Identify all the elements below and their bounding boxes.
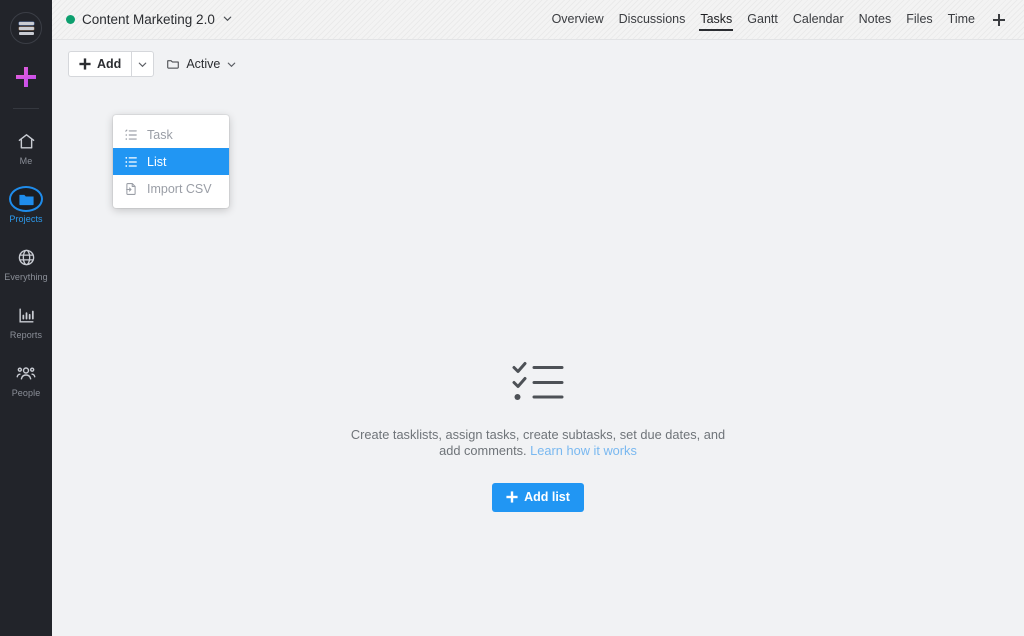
tab-label: Discussions	[618, 12, 686, 26]
add-button-group: Add	[68, 51, 155, 77]
bullet-list-icon	[123, 155, 138, 169]
top-bar: Content Marketing 2.0 Overview Discussio…	[52, 0, 1024, 40]
menu-item-import-csv[interactable]: Import CSV	[113, 175, 229, 202]
menu-item-list[interactable]: List	[113, 148, 229, 175]
hamburger-icon[interactable]	[10, 12, 42, 44]
sidebar-item-people[interactable]: People	[0, 353, 52, 403]
menu-item-label: Task	[147, 127, 173, 142]
folder-icon	[9, 186, 43, 212]
tab-discussions[interactable]: Discussions	[619, 10, 686, 29]
add-list-button[interactable]: Add list	[492, 482, 584, 512]
tab-label: Calendar	[792, 12, 844, 26]
home-icon	[9, 128, 43, 154]
left-rail: Me Projects Everything Reports People	[0, 0, 52, 636]
menu-item-label: List	[147, 154, 167, 169]
project-title-selector[interactable]: Content Marketing 2.0	[66, 12, 233, 27]
active-filter-label: Active	[186, 57, 221, 71]
add-tab-button[interactable]	[992, 13, 1006, 27]
content-area: Add Active Task List Import CSV Create t…	[52, 40, 1024, 636]
checklist-icon	[511, 360, 566, 407]
plus-icon	[993, 13, 1005, 26]
people-icon	[9, 360, 43, 386]
app-window: Me Projects Everything Reports People Co…	[0, 0, 1024, 636]
add-dropdown-menu: Task List Import CSV	[113, 115, 229, 208]
chevron-down-icon	[222, 12, 233, 27]
plus-icon	[506, 491, 518, 504]
project-tabs: Overview Discussions Tasks Gantt Calenda…	[552, 10, 1006, 31]
sidebar-item-label: Reports	[9, 330, 43, 340]
tab-label: Overview	[551, 12, 604, 26]
sidebar-item-label: Projects	[9, 214, 43, 224]
plus-icon	[79, 58, 91, 70]
learn-how-it-works-link[interactable]: Learn how it works	[530, 443, 637, 458]
sidebar-item-everything[interactable]: Everything	[0, 237, 52, 287]
sidebar-item-label: Me	[19, 156, 33, 166]
tab-label: Notes	[858, 12, 892, 26]
empty-state-description: Create tasklists, assign tasks, create s…	[348, 427, 728, 459]
main-column: Content Marketing 2.0 Overview Discussio…	[52, 0, 1024, 636]
plus-icon[interactable]	[11, 62, 41, 92]
task-list-icon	[123, 128, 138, 142]
chevron-down-icon	[228, 62, 236, 67]
add-button-label: Add	[97, 57, 122, 71]
add-button[interactable]: Add	[68, 51, 132, 77]
menu-item-task[interactable]: Task	[113, 121, 229, 148]
add-dropdown-toggle[interactable]	[131, 51, 155, 77]
add-list-button-label: Add list	[524, 490, 570, 505]
active-filter-button[interactable]: Active	[164, 51, 239, 77]
tab-label: Time	[947, 12, 975, 26]
rail-divider	[13, 108, 39, 109]
tab-notes[interactable]: Notes	[859, 10, 892, 29]
tab-calendar[interactable]: Calendar	[793, 10, 844, 29]
folder-icon	[167, 60, 180, 69]
project-status-dot	[66, 15, 75, 24]
chevron-down-icon	[139, 62, 147, 67]
globe-icon	[9, 244, 43, 270]
sidebar-item-label: People	[11, 388, 41, 398]
tasks-toolbar: Add Active	[68, 51, 239, 77]
page-title: Content Marketing 2.0	[82, 12, 215, 27]
sidebar-item-reports[interactable]: Reports	[0, 295, 52, 345]
sidebar-item-me[interactable]: Me	[0, 121, 52, 171]
menu-item-label: Import CSV	[147, 181, 212, 196]
rail-items: Me Projects Everything Reports People	[0, 121, 52, 411]
plus-glyph	[16, 67, 36, 87]
tab-time[interactable]: Time	[948, 10, 975, 29]
tab-tasks[interactable]: Tasks	[699, 10, 734, 31]
tab-files[interactable]: Files	[906, 10, 932, 29]
tab-gantt[interactable]: Gantt	[747, 10, 778, 29]
import-file-icon	[123, 182, 138, 196]
tab-label: Tasks	[700, 12, 733, 26]
tab-overview[interactable]: Overview	[552, 10, 604, 29]
bar-chart-icon	[9, 302, 43, 328]
empty-state: Create tasklists, assign tasks, create s…	[52, 360, 1024, 512]
tab-label: Files	[906, 12, 933, 26]
sidebar-item-label: Everything	[4, 272, 48, 282]
sidebar-item-projects[interactable]: Projects	[0, 179, 52, 229]
tab-label: Gantt	[747, 12, 778, 26]
